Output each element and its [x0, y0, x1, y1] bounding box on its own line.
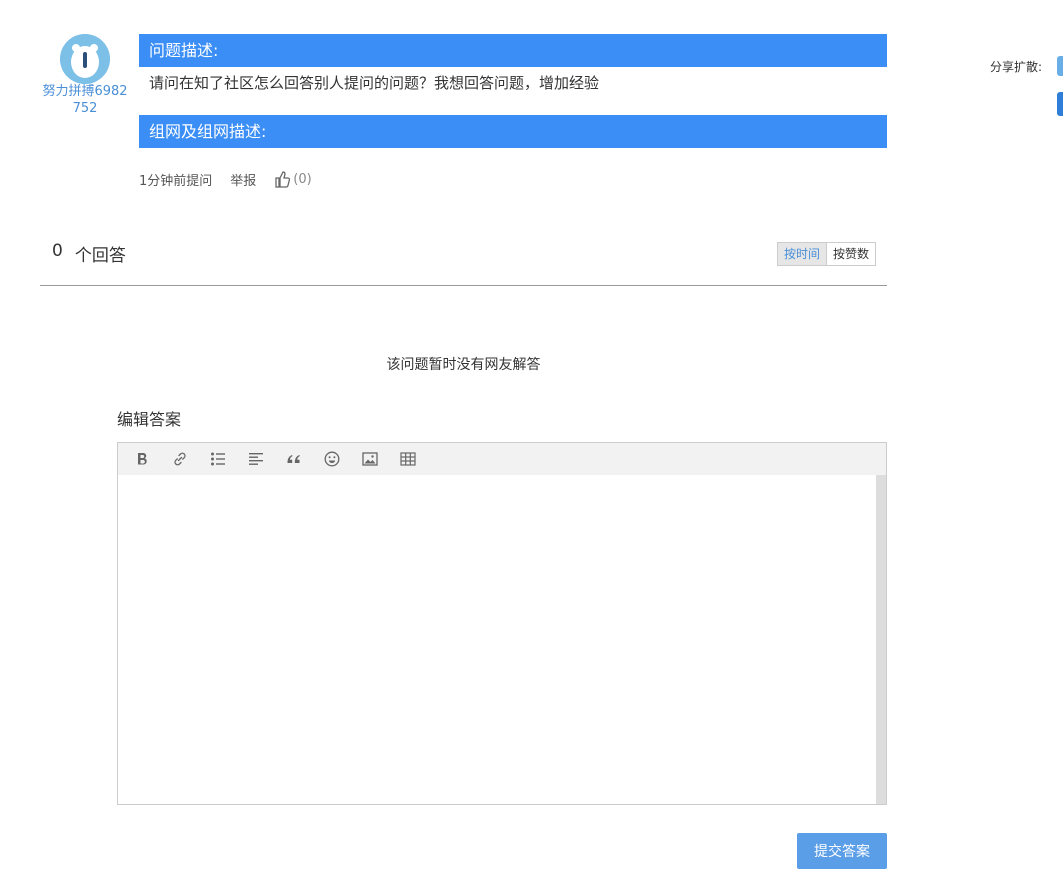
sort-by-time-button[interactable]: 按时间 [778, 243, 828, 265]
sort-by-likes-button[interactable]: 按赞数 [827, 243, 876, 265]
share-weibo-icon[interactable] [1057, 56, 1063, 76]
editor-scrollbar[interactable] [876, 475, 886, 804]
question-time: 1分钟前提问 [139, 174, 213, 189]
like-count: (0) [293, 172, 312, 187]
share-label: 分享扩散: [990, 60, 1043, 74]
submit-answer-button[interactable]: 提交答案 [797, 833, 887, 869]
sort-toggle: 按时间 按赞数 [777, 242, 877, 266]
share-qq-icon[interactable] [1057, 92, 1063, 116]
avatar[interactable] [60, 34, 110, 84]
question-description-header: 问题描述: [139, 34, 887, 67]
bold-icon[interactable] [132, 449, 152, 469]
editor-text-area[interactable] [118, 475, 876, 804]
question-meta: 1分钟前提问 举报 (0) [139, 170, 312, 189]
network-description-header: 组网及组网描述: [139, 115, 887, 148]
quote-icon[interactable] [284, 449, 304, 469]
question-description-text: 请问在知了社区怎么回答别人提问的问题？我想回答问题，增加经验 [149, 74, 600, 92]
link-icon[interactable] [170, 449, 190, 469]
image-icon[interactable] [360, 449, 380, 469]
avatar-image [60, 34, 110, 84]
username-link[interactable]: 努力拼搏6982752 [40, 83, 130, 117]
no-answer-message: 该问题暂时没有网友解答 [386, 357, 541, 373]
emoji-icon[interactable] [322, 449, 342, 469]
edit-answer-title: 编辑答案 [117, 410, 182, 429]
answers-count: 0 个回答 [52, 241, 126, 266]
editor-toolbar [118, 443, 886, 476]
align-icon[interactable] [246, 449, 266, 469]
answers-count-label: 个回答 [74, 246, 126, 266]
like-button[interactable]: (0) [274, 171, 312, 188]
list-icon[interactable] [208, 449, 228, 469]
answer-editor [117, 442, 887, 805]
table-icon[interactable] [398, 449, 418, 469]
report-link[interactable]: 举报 [230, 170, 256, 189]
divider [40, 285, 887, 286]
thumbs-up-icon [275, 171, 291, 188]
answers-count-number: 0 [52, 241, 63, 261]
